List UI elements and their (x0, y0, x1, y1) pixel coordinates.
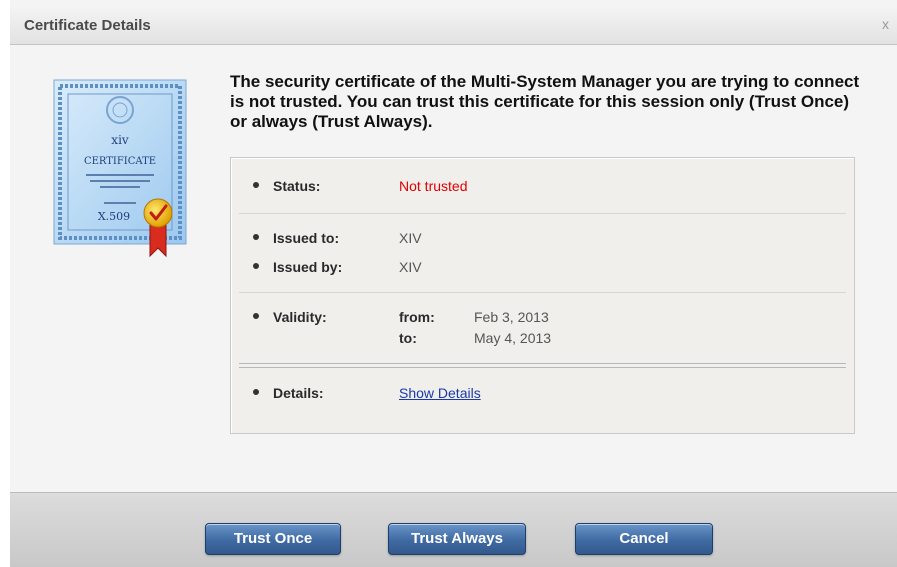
cert-title-text: CERTIFICATE (84, 156, 156, 167)
cancel-button[interactable]: Cancel (575, 523, 713, 555)
divider (239, 213, 846, 214)
trust-always-button[interactable]: Trust Always (388, 523, 526, 555)
window-edge (0, 0, 10, 567)
validity-from-value: Feb 3, 2013 (474, 309, 549, 325)
status-label: Status: (253, 178, 320, 194)
validity-from-label: from: (399, 309, 435, 325)
validity-to-label: to: (399, 330, 417, 346)
certificate-details-dialog: Certificate Details x xiv CERTIFICATE X.… (0, 0, 897, 567)
issued-to-value: XIV (399, 230, 422, 246)
certificate-icon: xiv CERTIFICATE X.509 (52, 78, 192, 258)
validity-label: Validity: (253, 309, 327, 325)
cert-xiv-text: xiv (111, 133, 129, 147)
dialog-titlebar: Certificate Details x (10, 8, 897, 45)
validity-to-value: May 4, 2013 (474, 330, 552, 346)
certificate-info-panel: Status: Not trusted Issued to: XIV Issue… (230, 157, 855, 434)
bullet-icon (253, 263, 259, 270)
bullet-icon (253, 234, 259, 241)
dialog-footer: Trust Once Trust Always Cancel (10, 492, 897, 567)
trust-message: The security certificate of the Multi-Sy… (230, 72, 860, 131)
issued-by-value: XIV (399, 259, 422, 275)
issued-to-label: Issued to: (253, 230, 339, 246)
divider-double (239, 363, 846, 368)
issued-by-label: Issued by: (253, 259, 342, 275)
close-icon[interactable]: x (882, 16, 889, 32)
bullet-icon (253, 389, 259, 396)
cert-x509-text: X.509 (98, 210, 130, 223)
divider (239, 292, 846, 293)
dialog-title: Certificate Details (24, 17, 151, 34)
dialog-content: xiv CERTIFICATE X.509 The security certi… (10, 45, 897, 492)
bullet-icon (253, 182, 259, 189)
status-value: Not trusted (399, 178, 468, 194)
trust-once-button[interactable]: Trust Once (205, 523, 341, 555)
details-label: Details: (253, 385, 324, 401)
bullet-icon (253, 313, 259, 320)
show-details-link[interactable]: Show Details (399, 385, 481, 401)
